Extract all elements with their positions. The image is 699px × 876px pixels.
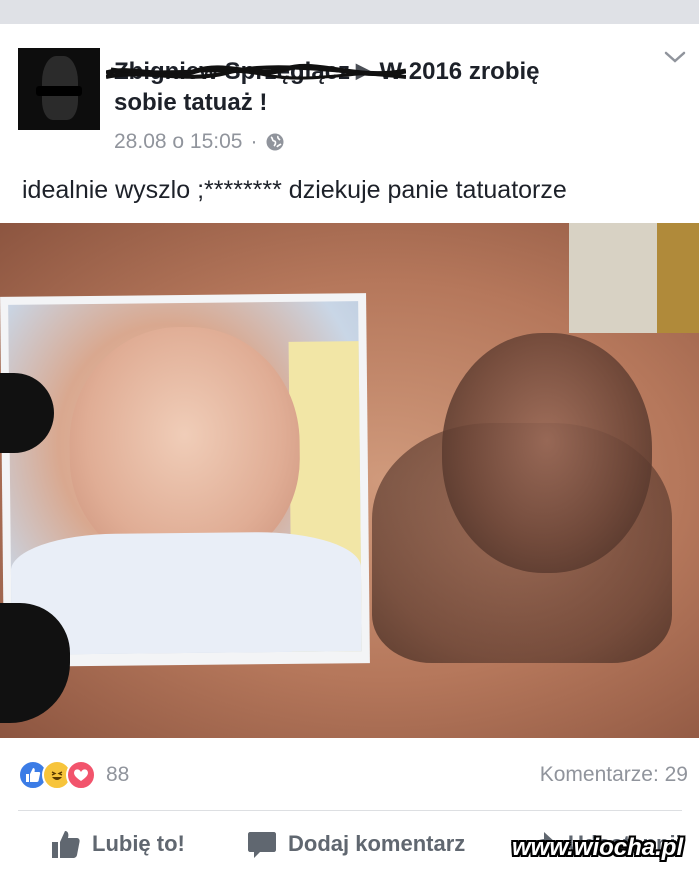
love-icon (66, 760, 96, 790)
post-meta: 28.08 o 15:05 · (114, 130, 285, 154)
post-timestamp[interactable]: 28.08 o 15:05 (114, 130, 242, 154)
share-arrow-icon (528, 832, 556, 856)
post-photo[interactable] (0, 223, 699, 738)
avatar[interactable] (18, 48, 100, 130)
share-button[interactable]: Udostępnij (526, 828, 682, 860)
comment-bubble-icon (248, 832, 276, 858)
shared-to-arrow-icon: ▶ (356, 60, 372, 82)
author-name[interactable]: Zbigniew Sprzęgiącz (106, 57, 406, 87)
reaction-count[interactable]: 88 (106, 763, 129, 787)
like-button[interactable]: Lubię to! (50, 828, 185, 860)
photo-window (569, 223, 699, 333)
author-name-text: Zbigniew Sprzęgiącz (114, 58, 351, 85)
comment-button[interactable]: Dodaj komentarz (246, 828, 465, 860)
like-button-label: Lubię to! (92, 831, 185, 856)
reaction-icons[interactable] (18, 760, 96, 790)
photo-reference-print (0, 293, 370, 667)
post-stats: 88 Komentarze: 29 (18, 759, 690, 791)
post-message: idealnie wyszlo ;******** dziekuje panie… (22, 176, 567, 204)
group-name-line2[interactable]: sobie tatuaż ! (114, 88, 267, 118)
photo-tattoo (372, 333, 672, 663)
top-strip (0, 0, 699, 24)
group-name-line1[interactable]: W 2016 zrobię (379, 58, 539, 85)
globe-icon (266, 133, 284, 151)
meta-separator: · (250, 130, 258, 153)
feed-post: Zbigniew Sprzęgiącz ▶ W 2016 zrobię sobie… (0, 24, 699, 876)
share-button-label: Udostępnij (568, 831, 682, 856)
reference-picture (8, 301, 362, 655)
avatar-sunglasses (36, 86, 82, 96)
post-header: Zbigniew Sprzęgiącz ▶ W 2016 zrobię (106, 56, 540, 87)
comment-button-label: Dodaj komentarz (288, 831, 466, 856)
post-actions: Lubię to! Dodaj komentarz Udostępnij (0, 824, 699, 866)
more-options-icon[interactable] (663, 50, 687, 64)
thumbs-up-icon (52, 831, 80, 858)
tattoo-baby-face (442, 333, 652, 573)
photo-window-frame (657, 223, 699, 333)
actions-divider (18, 810, 682, 811)
comments-count[interactable]: Komentarze: 29 (540, 763, 688, 787)
